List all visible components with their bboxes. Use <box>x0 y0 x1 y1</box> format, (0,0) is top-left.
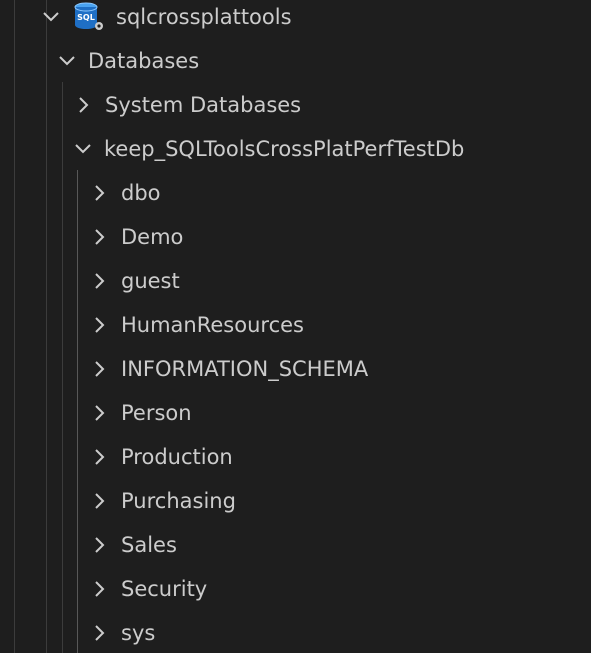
tree-item-label: Databases <box>88 49 200 73</box>
chevron-right-icon[interactable] <box>89 534 111 556</box>
chevron-down-icon[interactable] <box>56 50 78 72</box>
tree-item-label: sqlcrossplattools <box>116 5 292 29</box>
chevron-down-icon[interactable] <box>40 6 62 28</box>
tree-item-schema[interactable]: Security <box>0 567 591 611</box>
tree-item-database[interactable]: keep_SQLToolsCrossPlatPerfTestDb <box>0 127 591 171</box>
tree-item-label: sys <box>121 621 156 645</box>
tree-item-label: Sales <box>121 533 177 557</box>
chevron-right-icon[interactable] <box>89 622 111 644</box>
sql-server-icon: SQL <box>72 0 106 34</box>
tree-item-label: Person <box>121 401 192 425</box>
chevron-down-icon[interactable] <box>72 138 94 160</box>
chevron-right-icon[interactable] <box>89 182 111 204</box>
chevron-right-icon[interactable] <box>89 226 111 248</box>
tree-item-server[interactable]: SQL sqlcrossplattools <box>0 0 591 39</box>
tree-item-schema[interactable]: Demo <box>0 215 591 259</box>
tree-item-label: keep_SQLToolsCrossPlatPerfTestDb <box>104 137 465 161</box>
chevron-right-icon[interactable] <box>73 94 95 116</box>
tree-item-schema[interactable]: guest <box>0 259 591 303</box>
tree-item-schema[interactable]: Person <box>0 391 591 435</box>
chevron-right-icon[interactable] <box>89 490 111 512</box>
tree-item-schema[interactable]: HumanResources <box>0 303 591 347</box>
chevron-right-icon[interactable] <box>89 358 111 380</box>
tree-item-schema[interactable]: Sales <box>0 523 591 567</box>
tree-item-label: System Databases <box>105 93 302 117</box>
tree-item-schema[interactable]: dbo <box>0 171 591 215</box>
tree-item-schema[interactable]: Production <box>0 435 591 479</box>
tree-item-schema[interactable]: INFORMATION_SCHEMA <box>0 347 591 391</box>
tree-item-label: Demo <box>121 225 184 249</box>
tree-item-schema[interactable]: sys <box>0 611 591 653</box>
tree-item-label: dbo <box>121 181 161 205</box>
chevron-right-icon[interactable] <box>89 402 111 424</box>
sql-icon-text: SQL <box>77 13 95 22</box>
tree-item-label: Security <box>121 577 208 601</box>
chevron-right-icon[interactable] <box>89 578 111 600</box>
tree-item-system-databases[interactable]: System Databases <box>0 83 591 127</box>
tree-item-schema[interactable]: Purchasing <box>0 479 591 523</box>
tree-item-label: guest <box>121 269 180 293</box>
tree-item-label: HumanResources <box>121 313 304 337</box>
tree-item-label: Purchasing <box>121 489 236 513</box>
chevron-right-icon[interactable] <box>89 270 111 292</box>
chevron-right-icon[interactable] <box>89 314 111 336</box>
tree-item-label: Production <box>121 445 233 469</box>
tree-item-label: INFORMATION_SCHEMA <box>121 357 369 381</box>
tree-item-databases[interactable]: Databases <box>0 39 591 83</box>
object-explorer-tree: SQL sqlcrossplattools Databases System D… <box>0 0 591 653</box>
chevron-right-icon[interactable] <box>89 446 111 468</box>
